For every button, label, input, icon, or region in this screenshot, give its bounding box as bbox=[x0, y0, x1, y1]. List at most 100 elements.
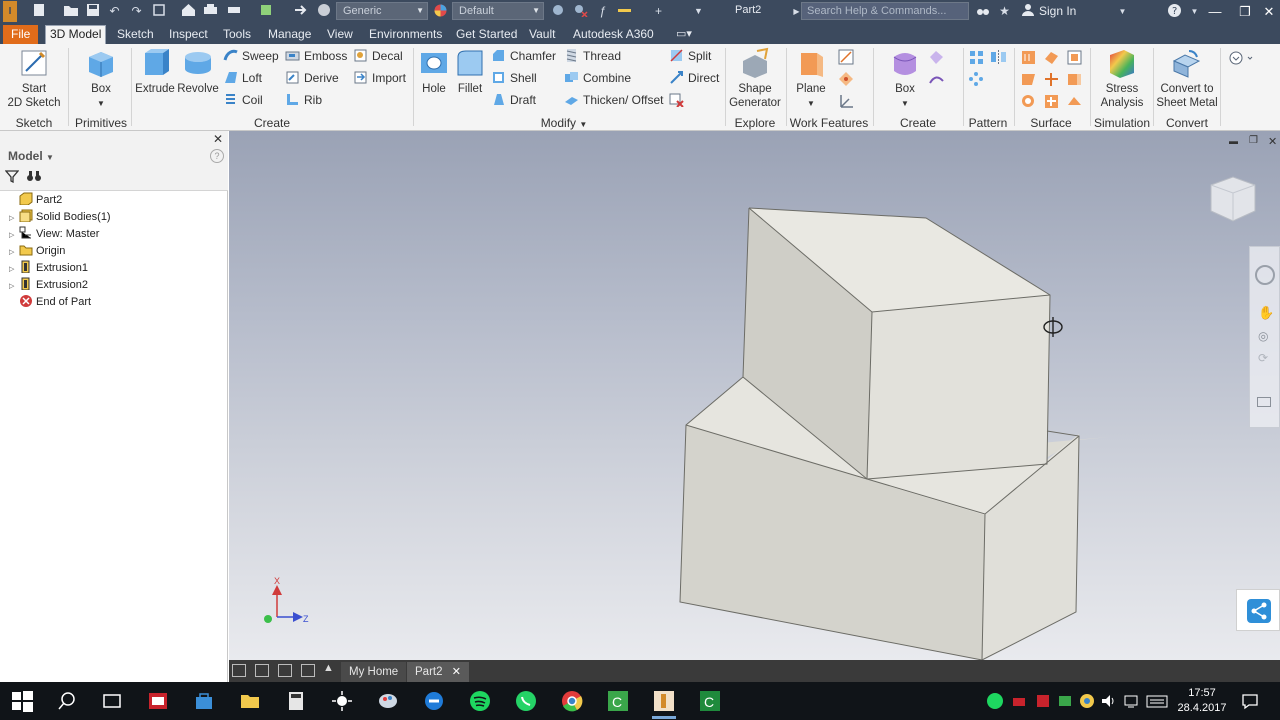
tree-item-extrusion2[interactable]: ▷ Extrusion2 bbox=[9, 277, 88, 294]
tree-item-end-of-part[interactable]: End of Part bbox=[9, 294, 91, 311]
fit-mesh-face-icon[interactable] bbox=[1066, 93, 1083, 110]
work-point-icon[interactable] bbox=[838, 71, 855, 88]
viewport-close-icon[interactable]: ✕ bbox=[1268, 135, 1277, 148]
box-primitive-button[interactable]: Box ▼ bbox=[80, 47, 122, 111]
app-red-icon[interactable] bbox=[146, 689, 170, 713]
sign-in-menu-icon[interactable]: ▼ bbox=[1114, 3, 1131, 20]
convert-to-sheet-metal-button[interactable]: Convert to Sheet Metal bbox=[1156, 47, 1218, 110]
close-button[interactable]: ✕ bbox=[1254, 0, 1280, 23]
close-icon[interactable]: ✕ bbox=[452, 666, 461, 678]
tree-item-solid-bodies[interactable]: ▷ Solid Bodies(1) bbox=[9, 209, 111, 226]
ruled-surface-icon[interactable] bbox=[1020, 71, 1037, 88]
home-icon[interactable] bbox=[180, 3, 197, 20]
undo-icon[interactable]: ↶ bbox=[106, 3, 123, 20]
help-icon[interactable]: ? bbox=[210, 149, 224, 163]
steering-wheel-icon[interactable] bbox=[1255, 265, 1275, 285]
new-file-icon[interactable] bbox=[30, 3, 47, 20]
material-sphere-icon[interactable] bbox=[432, 3, 449, 20]
edge-browser-icon[interactable] bbox=[422, 689, 446, 713]
revolve-button[interactable]: Revolve bbox=[177, 47, 219, 96]
weather-sun-icon[interactable] bbox=[330, 689, 354, 713]
tab-view[interactable]: View bbox=[323, 26, 357, 44]
combine-button[interactable]: Combine bbox=[564, 69, 631, 88]
filter-icon[interactable] bbox=[4, 169, 20, 186]
favorites-star-icon[interactable]: ★ bbox=[996, 3, 1013, 20]
binoculars-search-icon[interactable] bbox=[974, 3, 991, 20]
thicken-offset-button[interactable]: Thicken/ Offset bbox=[564, 91, 663, 110]
look-at-icon[interactable] bbox=[1257, 397, 1271, 407]
tree-item-extrusion1[interactable]: ▷ Extrusion1 bbox=[9, 260, 88, 277]
plus-icon[interactable]: + bbox=[650, 3, 667, 20]
patch-icon[interactable] bbox=[1043, 49, 1060, 66]
tab-autodesk-a360[interactable]: Autodesk A360 bbox=[569, 26, 658, 44]
derive-button[interactable]: Derive bbox=[285, 69, 339, 88]
tray-app-icon[interactable] bbox=[1034, 692, 1052, 710]
minimize-button[interactable]: — bbox=[1200, 0, 1230, 23]
sign-in-link[interactable]: Sign In bbox=[1039, 4, 1076, 18]
ribbon-options-icon[interactable] bbox=[1228, 50, 1256, 67]
viewport-minimize-icon[interactable]: ▬ bbox=[1229, 136, 1238, 146]
plane-button[interactable]: Plane ▼ bbox=[790, 47, 832, 111]
browser-title-dropdown[interactable]: Model ▼ bbox=[8, 149, 54, 163]
fillet-button[interactable]: Fillet bbox=[453, 47, 487, 96]
sweep-button[interactable]: Sweep bbox=[223, 47, 279, 66]
document-list-icon[interactable]: ▲ bbox=[323, 662, 334, 674]
import-button[interactable]: Import bbox=[353, 69, 406, 88]
task-view-icon[interactable] bbox=[100, 689, 124, 713]
tab-get-started[interactable]: Get Started bbox=[452, 26, 521, 44]
windows-start-icon[interactable] bbox=[10, 689, 34, 713]
user-icon[interactable] bbox=[1019, 3, 1036, 20]
redo-icon[interactable]: ↷ bbox=[128, 3, 145, 20]
model-scene[interactable]: X Z bbox=[229, 131, 1280, 660]
coil-button[interactable]: Coil bbox=[223, 91, 263, 110]
freeform-convert-icon[interactable] bbox=[928, 71, 945, 88]
viewport-restore-icon[interactable]: ❐ bbox=[1249, 135, 1258, 146]
close-icon[interactable]: ✕ bbox=[213, 132, 223, 146]
circular-pattern-icon[interactable] bbox=[968, 71, 985, 88]
expand-arrow-icon[interactable]: ▷ bbox=[9, 278, 19, 295]
chrome-icon[interactable] bbox=[560, 689, 584, 713]
color-bar-icon[interactable] bbox=[616, 3, 633, 20]
camtasia-icon-2[interactable]: C bbox=[698, 689, 722, 713]
tile-vertical-icon[interactable] bbox=[301, 664, 315, 677]
tab-environments[interactable]: Environments bbox=[365, 26, 446, 44]
orbit-icon[interactable]: ⟳ bbox=[1258, 351, 1268, 365]
adjust-icon[interactable] bbox=[550, 3, 567, 20]
search-input[interactable]: Search Help & Commands... bbox=[801, 2, 969, 20]
whatsapp-icon[interactable] bbox=[514, 689, 538, 713]
split-button[interactable]: Split bbox=[669, 47, 711, 66]
trim-icon[interactable] bbox=[1043, 71, 1060, 88]
ucs-icon[interactable] bbox=[838, 93, 855, 110]
tray-chrome-icon[interactable] bbox=[1078, 692, 1096, 710]
clear-appearance-icon[interactable] bbox=[572, 3, 589, 20]
app-store-icon[interactable] bbox=[192, 689, 216, 713]
file-explorer-icon[interactable] bbox=[238, 689, 262, 713]
paint-icon[interactable] bbox=[376, 689, 400, 713]
zoom-icon[interactable]: ◎ bbox=[1258, 329, 1268, 343]
shape-generator-button[interactable]: Shape Generator bbox=[728, 47, 782, 110]
tab-tools[interactable]: Tools bbox=[219, 26, 255, 44]
tab-manage[interactable]: Manage bbox=[264, 26, 315, 44]
draft-button[interactable]: Draft bbox=[491, 91, 536, 110]
volume-icon[interactable] bbox=[1100, 692, 1118, 710]
tab-sketch[interactable]: Sketch bbox=[113, 26, 158, 44]
panel-title-modify[interactable]: Modify ▼ bbox=[516, 116, 612, 130]
appearance-override-combo[interactable]: Generic ▼ bbox=[336, 2, 428, 20]
action-center-icon[interactable] bbox=[1240, 691, 1260, 711]
loft-button[interactable]: Loft bbox=[223, 69, 262, 88]
share-view-button[interactable] bbox=[1236, 589, 1280, 631]
shell-button[interactable]: Shell bbox=[491, 69, 537, 88]
help-icon[interactable]: ? bbox=[1166, 3, 1183, 20]
replace-face-icon[interactable] bbox=[1020, 93, 1037, 110]
viewcube[interactable] bbox=[1207, 173, 1259, 225]
cascade-windows-icon[interactable] bbox=[255, 664, 269, 677]
thread-button[interactable]: Thread bbox=[564, 47, 621, 66]
freeform-edit-icon[interactable] bbox=[928, 49, 945, 66]
pan-hand-icon[interactable]: ✋ bbox=[1258, 305, 1274, 321]
tile-windows-icon[interactable] bbox=[232, 664, 246, 677]
tile-horizontal-icon[interactable] bbox=[278, 664, 292, 677]
extrude-button[interactable]: Extrude bbox=[135, 47, 175, 96]
graphics-viewport[interactable]: X Z ▬ ❐ ✕ ✋ ◎ ⟳ bbox=[229, 131, 1280, 660]
chamfer-button[interactable]: Chamfer bbox=[491, 47, 556, 66]
appearance-sphere-icon[interactable] bbox=[315, 3, 332, 20]
